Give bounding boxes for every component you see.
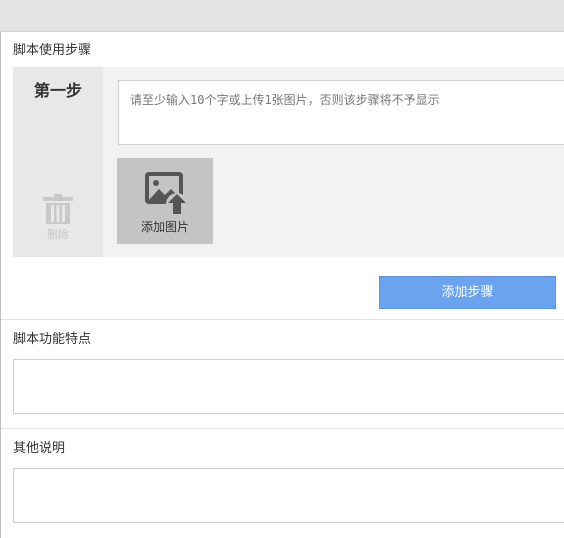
other-notes-input[interactable]: [13, 468, 564, 523]
features-input[interactable]: [13, 359, 564, 414]
top-bar: [0, 0, 564, 32]
features-section-title: 脚本功能特点: [13, 332, 92, 347]
add-step-button[interactable]: 添加步骤: [379, 276, 556, 309]
step-card: 第一步 删除 添加图片: [13, 67, 564, 257]
section-divider: [1, 319, 564, 320]
delete-step-label: 删除: [47, 228, 69, 241]
delete-step-button[interactable]: 删除: [39, 193, 79, 245]
other-notes-section-title: 其他说明: [13, 441, 66, 456]
trash-icon: [43, 194, 73, 224]
image-upload-icon: [145, 172, 188, 215]
section-divider: [1, 428, 564, 429]
step-sidebar: 第一步 删除: [13, 67, 103, 257]
left-border: [0, 32, 1, 538]
step-description-input[interactable]: [118, 80, 564, 145]
steps-section-title: 脚本使用步骤: [13, 43, 92, 58]
step-title: 第一步: [33, 81, 82, 100]
add-image-button[interactable]: 添加图片: [117, 158, 213, 244]
add-image-label: 添加图片: [140, 220, 189, 234]
